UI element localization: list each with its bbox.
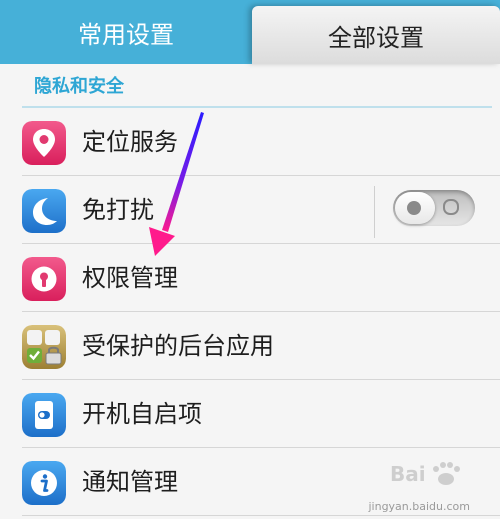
list-item-label: 免打扰 bbox=[82, 196, 154, 224]
row-divider bbox=[22, 515, 500, 516]
list-item-label: 开机自启项 bbox=[82, 400, 202, 428]
list-item-permission-management[interactable]: 权限管理 bbox=[0, 244, 500, 312]
svg-text:Bai: Bai bbox=[390, 462, 426, 486]
section-title: 隐私和安全 bbox=[34, 76, 124, 97]
watermark-text: jingyan.baidu.com bbox=[368, 500, 470, 513]
list-item-startup-apps[interactable]: 开机自启项 bbox=[0, 380, 500, 448]
list-item-protected-apps[interactable]: 受保护的后台应用 bbox=[0, 312, 500, 380]
settings-screen: 常用设置 全部设置 隐私和安全 定位服务 免打扰 权限管理 受保护的后台应用 开… bbox=[0, 0, 500, 519]
list-item-location-service[interactable]: 定位服务 bbox=[0, 108, 500, 176]
toggle-knob-dot bbox=[407, 201, 421, 215]
do-not-disturb-toggle[interactable] bbox=[393, 190, 475, 226]
app-lock-icon bbox=[22, 325, 66, 369]
tab-bar: 常用设置 全部设置 bbox=[0, 0, 500, 64]
list-item-label: 权限管理 bbox=[82, 264, 178, 292]
keyhole-icon bbox=[22, 257, 66, 301]
info-icon bbox=[22, 461, 66, 505]
toggle-separator bbox=[374, 186, 375, 238]
phone-switch-icon bbox=[22, 393, 66, 437]
list-item-label: 定位服务 bbox=[82, 128, 178, 156]
baidu-watermark-logo: Bai bbox=[390, 462, 460, 486]
list-item-label: 通知管理 bbox=[82, 468, 178, 496]
location-pin-icon bbox=[22, 121, 66, 165]
tab-all-settings[interactable]: 全部设置 bbox=[252, 6, 500, 64]
tab-common-settings[interactable]: 常用设置 bbox=[0, 0, 252, 64]
moon-icon bbox=[22, 189, 66, 233]
list-item-label: 受保护的后台应用 bbox=[82, 332, 274, 360]
toggle-off-indicator bbox=[443, 199, 459, 215]
toggle-knob[interactable] bbox=[395, 192, 435, 224]
